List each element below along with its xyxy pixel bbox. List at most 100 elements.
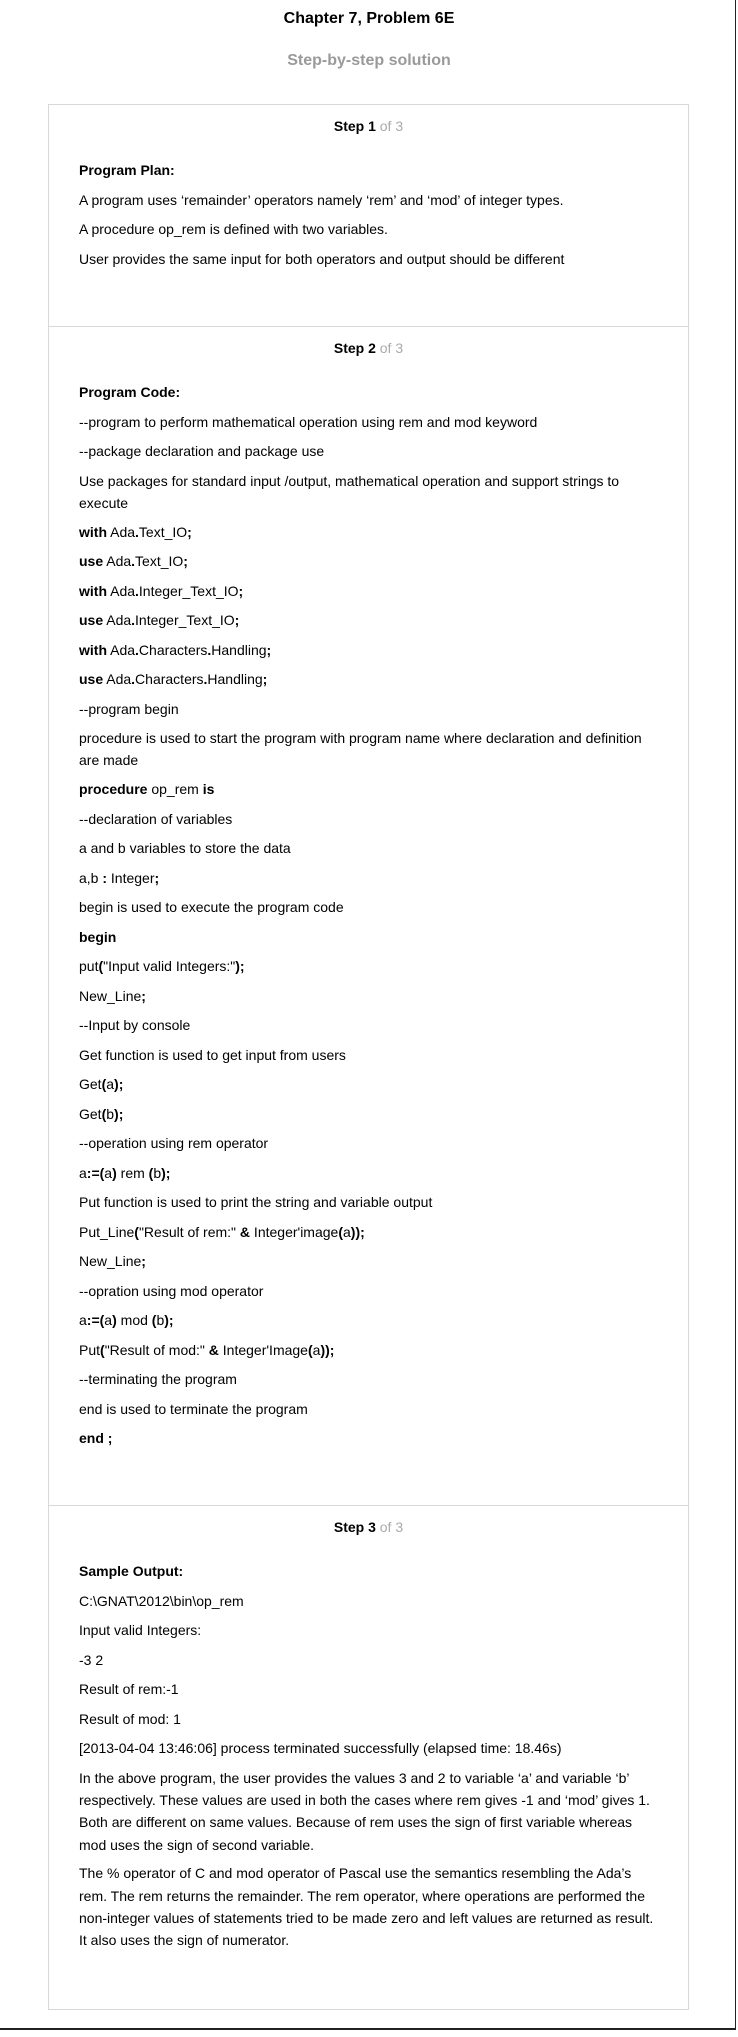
code-token: Ada (103, 612, 132, 628)
step-number: Step 3 (333, 1519, 376, 1535)
section-heading: Program Code: (79, 384, 181, 400)
code-line: Put("Result of mod:" & Integer'Image(a))… (79, 1339, 659, 1361)
text-line: Put function is used to print the string… (79, 1194, 433, 1210)
page-title: Chapter 7, Problem 6E (283, 10, 455, 27)
code-keyword: ; (262, 671, 268, 687)
code-keyword: use (79, 612, 104, 628)
code-line: end ; (79, 1427, 659, 1449)
section-heading: Sample Output: (79, 1563, 184, 1579)
code-keyword: procedure (79, 781, 148, 797)
code-keyword: & (208, 1341, 219, 1358)
step-card-2: Step 2 of 3 Program Code: --program to pe… (48, 326, 689, 1506)
code-keyword: ; (183, 553, 188, 569)
code-token: New_Line (79, 1253, 142, 1269)
text-line: User provides the same input for both op… (79, 250, 565, 267)
code-keyword: ; (234, 612, 240, 628)
code-token: mod (116, 1312, 152, 1328)
code-line: use Ada.Integer_Text_IO; (79, 609, 659, 631)
code-line: use Ada.Characters.Handling; (79, 668, 659, 690)
step-number: Step 1 (333, 118, 376, 134)
code-token: Get (79, 1105, 102, 1122)
text-line: Result of rem:-1 (79, 1681, 179, 1697)
code-token: Characters (135, 671, 204, 687)
code-keyword: )); (320, 1341, 335, 1358)
text-line: A procedure op_rem is defined with two v… (79, 221, 388, 237)
code-keyword: end ; (79, 1430, 113, 1446)
code-line: a,b : Integer; (79, 867, 659, 889)
code-token: Ada (107, 582, 136, 599)
step-heading: Step 3 of 3 (49, 1519, 688, 1535)
code-line: a:=(a) rem (b); (79, 1162, 659, 1184)
text-line: In the above program, the user provides … (79, 1769, 650, 1853)
code-line: use Ada.Text_IO; (79, 550, 659, 572)
code-token: "Input valid Integers:" (103, 958, 236, 974)
code-token: Get (79, 1076, 102, 1092)
code-line: New_Line; (79, 985, 659, 1007)
code-token: "Result of mod:" (104, 1341, 209, 1358)
code-keyword: ; (141, 1253, 146, 1269)
code-keyword: ); (114, 1076, 124, 1092)
code-keyword: )); (350, 1223, 365, 1240)
code-token: op_rem (147, 781, 203, 797)
code-token: b (153, 1164, 162, 1181)
text-line: --program begin (79, 700, 179, 717)
code-keyword: with (79, 523, 107, 540)
code-keyword: :=( (86, 1312, 105, 1328)
step-heading: Step 2 of 3 (49, 340, 688, 356)
text-line: --program to perform mathematical operat… (79, 413, 538, 430)
code-token: Integer_Text_IO (135, 612, 235, 628)
code-token: Handling (211, 641, 267, 658)
code-token: Integer'Image (218, 1341, 308, 1358)
code-line: Put_Line("Result of rem:" & Integer'imag… (79, 1221, 659, 1243)
code-keyword: ; (238, 582, 244, 599)
code-token: a (79, 1312, 87, 1328)
page-subtitle: Step-by-step solution (287, 52, 451, 69)
code-keyword: use (79, 553, 104, 569)
code-token: a (104, 1312, 113, 1328)
code-keyword: ); (235, 958, 245, 974)
code-token: "Result of rem:" (138, 1223, 240, 1240)
text-line: A program uses ‘remainder’ operators nam… (79, 191, 564, 208)
code-line: with Ada.Text_IO; (79, 521, 659, 543)
code-keyword: ); (161, 1164, 171, 1181)
step-total: of 3 (375, 340, 404, 356)
code-token: a (104, 1164, 113, 1181)
code-token: put (79, 958, 99, 974)
code-token: Integer (107, 869, 155, 886)
code-token: Ada (103, 671, 132, 687)
code-token: b (106, 1105, 115, 1122)
code-token: Characters (138, 641, 208, 658)
text-line: procedure is used to start the program w… (79, 730, 642, 768)
code-line: procedure op_rem is (79, 778, 659, 800)
text-line: --declaration of variables (79, 810, 233, 827)
text-line: Get function is used to get input from u… (79, 1046, 346, 1063)
step-total: of 3 (375, 118, 404, 134)
code-keyword: ); (114, 1105, 124, 1122)
text-line: end is used to terminate the program (79, 1400, 308, 1417)
text-line: -3 2 (79, 1651, 104, 1668)
text-line: a and b variables to store the data (79, 840, 291, 856)
text-line: --Input by console (79, 1017, 191, 1033)
code-line: put("Input valid Integers:"); (79, 955, 659, 977)
code-line: begin (79, 926, 659, 948)
code-line: New_Line; (79, 1250, 659, 1272)
code-token: Ada (107, 641, 136, 658)
code-token: Ada (103, 553, 132, 569)
code-line: with Ada.Characters.Handling; (79, 639, 659, 661)
code-keyword: with (79, 582, 107, 599)
step-number: Step 2 (333, 340, 376, 356)
code-line: Get(b); (79, 1103, 659, 1125)
step-content: Sample Output: C:\GNAT\2012\bin\op_rem Inp… (79, 1560, 659, 1958)
code-keyword: with (79, 641, 107, 658)
code-token: Handling (207, 671, 263, 687)
code-token: rem (116, 1164, 149, 1181)
code-keyword: ; (187, 523, 192, 540)
text-line: --opration using mod operator (79, 1282, 264, 1299)
code-token: Ada (107, 523, 136, 540)
step-total: of 3 (375, 1519, 404, 1535)
code-token: a,b (79, 869, 103, 886)
code-token: Put_Line (79, 1223, 135, 1240)
code-line: a:=(a) mod (b); (79, 1309, 659, 1331)
text-line: --package declaration and package use (79, 443, 325, 459)
text-line: Result of mod: 1 (79, 1710, 181, 1727)
